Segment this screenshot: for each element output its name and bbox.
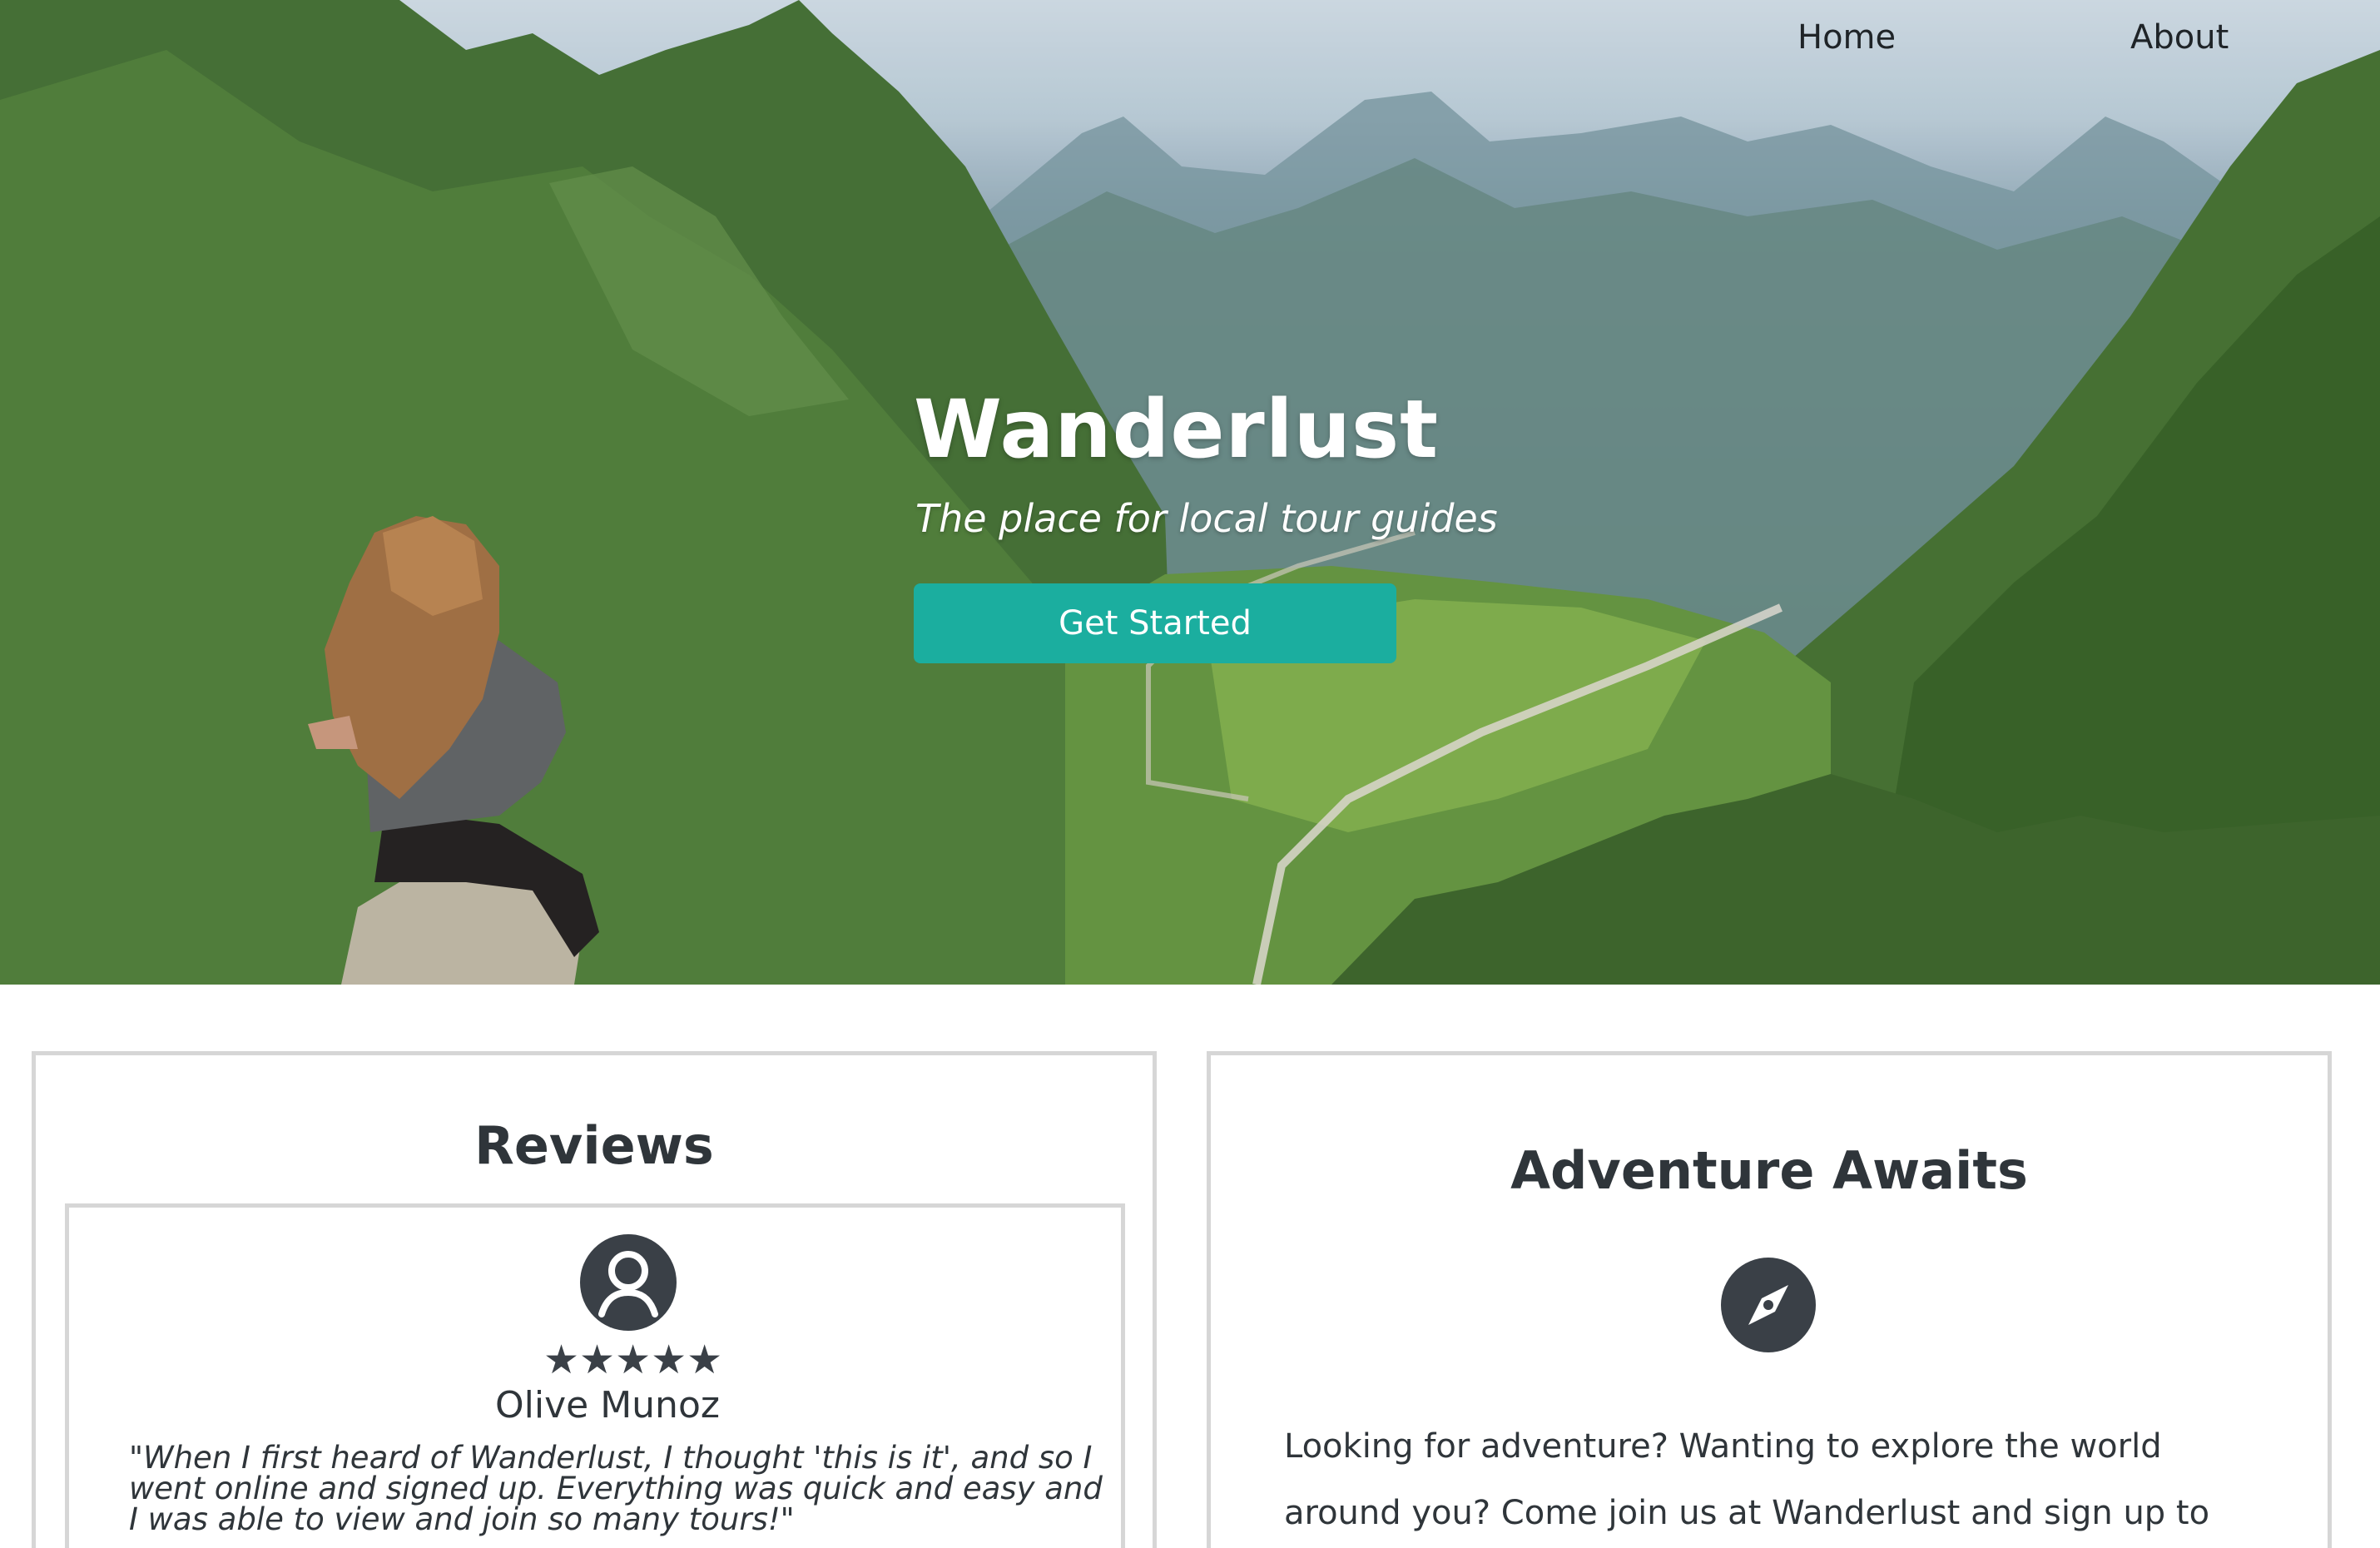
get-started-button[interactable]: Get Started	[914, 583, 1396, 663]
adventure-card: Adventure Awaits Looking for adventure? …	[1207, 1051, 2332, 1548]
hero-banner: Home About Wanderlust The place for loca…	[0, 0, 2380, 985]
reviewer-name: Olive Munoz	[495, 1384, 720, 1426]
adventure-description: Looking for adventure? Wanting to explor…	[1284, 1427, 2210, 1532]
hero-background-image	[0, 0, 2380, 985]
star-rating-text: ★★★★★	[543, 1337, 723, 1383]
reviews-card: Reviews ★★★★★ Olive Munoz "When I first …	[32, 1051, 1157, 1548]
rating-stars: ★★★★★	[543, 1337, 735, 1383]
adventure-heading: Adventure Awaits	[1510, 1140, 2028, 1201]
page: Home About Wanderlust The place for loca…	[0, 0, 2380, 1548]
reviews-heading: Reviews	[474, 1115, 714, 1176]
hero-subtitle: The place for local tour guides	[915, 496, 1498, 541]
review-quote: "When I first heard of Wanderlust, I tho…	[129, 1440, 1103, 1537]
user-circle-icon	[580, 1234, 677, 1331]
compass-icon	[1721, 1258, 1816, 1352]
nav-about-link[interactable]: About	[2130, 18, 2229, 57]
hero-title: Wanderlust	[914, 383, 1440, 476]
top-nav: Home About	[1797, 18, 2380, 77]
nav-home-link[interactable]: Home	[1797, 18, 1896, 57]
review-item: ★★★★★ Olive Munoz "When I first heard of…	[65, 1203, 1125, 1548]
